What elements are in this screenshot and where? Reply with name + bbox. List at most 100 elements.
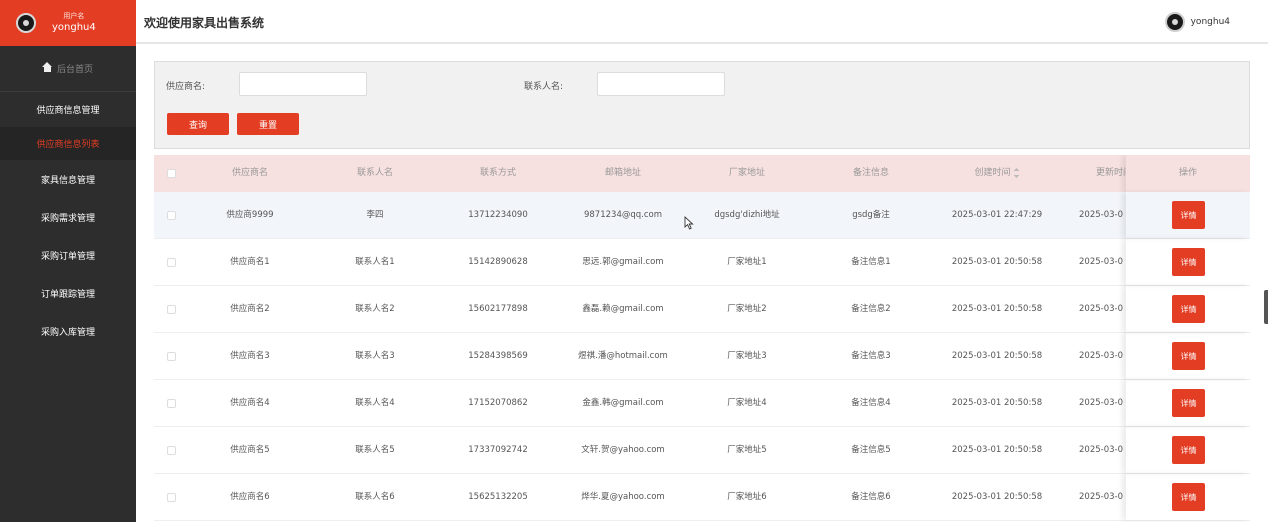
sidebar-item-purchase-order[interactable]: 采购订单管理 xyxy=(0,236,136,274)
sidebar-item-label: 采购入库管理 xyxy=(40,327,95,338)
cell-updated: 2025-03-01 xyxy=(1079,304,1123,314)
table-row[interactable]: 供应商名2 联系人名2 15602177898 鑫磊.赖@gmail.com 厂家地址2… xyxy=(154,286,1250,333)
detail-button[interactable]: 详情 xyxy=(1172,342,1205,370)
detail-button[interactable]: 详情 xyxy=(1172,201,1205,229)
sidebar-user-text: 用户名 yonghu4 xyxy=(52,12,96,34)
cell-created: 2025-03-01 20:50:58 xyxy=(951,492,1043,502)
cell-address: 厂家地址5 xyxy=(727,445,767,455)
sidebar-item-supplier-list[interactable]: 供应商信息列表 xyxy=(0,127,136,160)
cell-phone: 17152070862 xyxy=(468,398,528,408)
sidebar-item-label: 供应商信息列表 xyxy=(36,140,100,150)
row-checkbox[interactable] xyxy=(167,399,176,408)
row-checkbox[interactable] xyxy=(167,352,176,361)
cell-note: 备注信息6 xyxy=(851,492,891,502)
cell-updated: 2025-03-01 xyxy=(1079,210,1123,220)
column-header-address[interactable]: 厂家地址 xyxy=(729,155,765,192)
search-panel: 供应商名: 联系人名: 查询 重置 xyxy=(154,61,1250,149)
side-drawer-handle[interactable] xyxy=(1264,290,1268,324)
cell-updated: 2025-03-01 xyxy=(1079,351,1123,361)
cell-contact: 李四 xyxy=(366,210,384,220)
cell-email: 烨华.夏@yahoo.com xyxy=(581,492,665,502)
cell-created: 2025-03-01 20:50:58 xyxy=(951,351,1043,361)
row-checkbox[interactable] xyxy=(167,493,176,502)
table-body: 供应商9999 李四 13712234090 9871234@qq.com dgsdg'… xyxy=(154,192,1250,521)
cell-created: 2025-03-01 20:50:58 xyxy=(951,304,1043,314)
cell-supplier: 供应商名2 xyxy=(230,304,270,314)
contact-name-input[interactable] xyxy=(597,72,725,96)
cell-supplier: 供应商名5 xyxy=(230,445,270,455)
cell-created: 2025-03-01 22:47:29 xyxy=(951,210,1043,220)
cell-email: 文轩.贺@yahoo.com xyxy=(581,445,665,455)
fixed-action-cell: 详情 xyxy=(1126,239,1250,285)
table-row[interactable]: 供应商9999 李四 13712234090 9871234@qq.com dgsdg'… xyxy=(154,192,1250,239)
cell-contact: 联系人名3 xyxy=(355,351,395,361)
sidebar-item-label: 后台首页 xyxy=(56,65,93,75)
sidebar: 用户名 yonghu4 后台首页 供应商信息管理 供应商信息列表 家具信息管理 … xyxy=(0,0,136,522)
sort-icon[interactable] xyxy=(1013,167,1020,178)
sidebar-item-home[interactable]: 后台首页 xyxy=(0,46,136,92)
table-row[interactable]: 供应商名3 联系人名3 15284398569 煜祺.潘@hotmail.com 厂家地… xyxy=(154,333,1250,380)
cell-phone: 13712234090 xyxy=(468,210,528,220)
table-header: 供应商名 联系人名 联系方式 邮箱地址 厂家地址 备注信息 创建时间 更新时间 … xyxy=(154,155,1250,192)
table-row[interactable]: 供应商名1 联系人名1 15142890628 思远.郭@gmail.com 厂家地址1… xyxy=(154,239,1250,286)
cell-created: 2025-03-01 20:50:58 xyxy=(951,257,1043,267)
detail-button[interactable]: 详情 xyxy=(1172,436,1205,464)
supplier-name-input[interactable] xyxy=(239,72,367,96)
select-all-checkbox[interactable] xyxy=(167,169,176,178)
cell-phone: 17337092742 xyxy=(468,445,528,455)
sidebar-item-label: 订单跟踪管理 xyxy=(40,289,95,300)
detail-button[interactable]: 详情 xyxy=(1172,483,1205,511)
cell-phone: 15284398569 xyxy=(468,351,528,361)
cell-note: 备注信息3 xyxy=(851,351,891,361)
column-header-email[interactable]: 邮箱地址 xyxy=(605,155,641,192)
cell-created: 2025-03-01 20:50:58 xyxy=(951,398,1043,408)
header-user-menu[interactable]: yonghu4 xyxy=(1164,12,1230,32)
detail-button[interactable]: 详情 xyxy=(1172,248,1205,276)
cell-created: 2025-03-01 20:50:58 xyxy=(951,445,1043,455)
row-checkbox[interactable] xyxy=(167,305,176,314)
table-row[interactable]: 供应商名5 联系人名5 17337092742 文轩.贺@yahoo.com 厂家地址5… xyxy=(154,427,1250,474)
fixed-action-cell: 详情 xyxy=(1126,427,1250,473)
cell-email: 9871234@qq.com xyxy=(583,210,663,220)
column-header-contact[interactable]: 联系人名 xyxy=(357,155,393,192)
fixed-action-cell: 详情 xyxy=(1126,192,1250,238)
fixed-action-cell: 详情 xyxy=(1126,380,1250,426)
cell-phone: 15142890628 xyxy=(468,257,528,267)
cell-address: 厂家地址1 xyxy=(727,257,767,267)
cell-note: 备注信息2 xyxy=(851,304,891,314)
cell-updated: 2025-03-01 xyxy=(1079,398,1123,408)
user-role-label: 用户名 xyxy=(63,12,85,20)
page-title: 欢迎使用家具出售系统 xyxy=(144,16,265,30)
cell-updated: 2025-03-01 xyxy=(1079,492,1123,502)
sidebar-item-furniture[interactable]: 家具信息管理 xyxy=(0,160,136,198)
row-checkbox[interactable] xyxy=(167,258,176,267)
sidebar-item-warehouse-in[interactable]: 采购入库管理 xyxy=(0,312,136,350)
table-row[interactable]: 供应商名4 联系人名4 17152070862 金鑫.韩@gmail.com 厂家地址4… xyxy=(154,380,1250,427)
sidebar-item-order-tracking[interactable]: 订单跟踪管理 xyxy=(0,274,136,312)
query-button[interactable]: 查询 xyxy=(167,113,229,135)
column-header-created-label: 创建时间 xyxy=(974,168,1011,178)
cell-supplier: 供应商名3 xyxy=(230,351,270,361)
column-header-note[interactable]: 备注信息 xyxy=(853,155,889,192)
sidebar-user-box[interactable]: 用户名 yonghu4 xyxy=(0,0,136,46)
detail-button[interactable]: 详情 xyxy=(1172,389,1205,417)
cell-phone: 15602177898 xyxy=(468,304,528,314)
reset-button[interactable]: 重置 xyxy=(237,113,299,135)
fixed-action-cell: 详情 xyxy=(1126,474,1250,520)
cell-note: 备注信息5 xyxy=(851,445,891,455)
contact-name-label: 联系人名: xyxy=(524,82,564,92)
row-checkbox[interactable] xyxy=(167,211,176,220)
table-row[interactable]: 供应商名6 联系人名6 15625132205 烨华.夏@yahoo.com 厂家地址6… xyxy=(154,474,1250,521)
column-header-action: 操作 xyxy=(1178,168,1198,178)
detail-button[interactable]: 详情 xyxy=(1172,295,1205,323)
cell-phone: 15625132205 xyxy=(468,492,528,502)
sidebar-group-supplier[interactable]: 供应商信息管理 xyxy=(0,92,136,127)
row-checkbox[interactable] xyxy=(167,446,176,455)
cell-note: 备注信息4 xyxy=(851,398,891,408)
column-header-created[interactable]: 创建时间 xyxy=(974,155,1020,192)
avatar xyxy=(16,13,36,33)
column-header-phone[interactable]: 联系方式 xyxy=(480,155,516,192)
column-header-updated[interactable]: 更新时间 xyxy=(1096,155,1126,192)
sidebar-item-purchase-demand[interactable]: 采购需求管理 xyxy=(0,198,136,236)
column-header-supplier[interactable]: 供应商名 xyxy=(232,155,268,192)
